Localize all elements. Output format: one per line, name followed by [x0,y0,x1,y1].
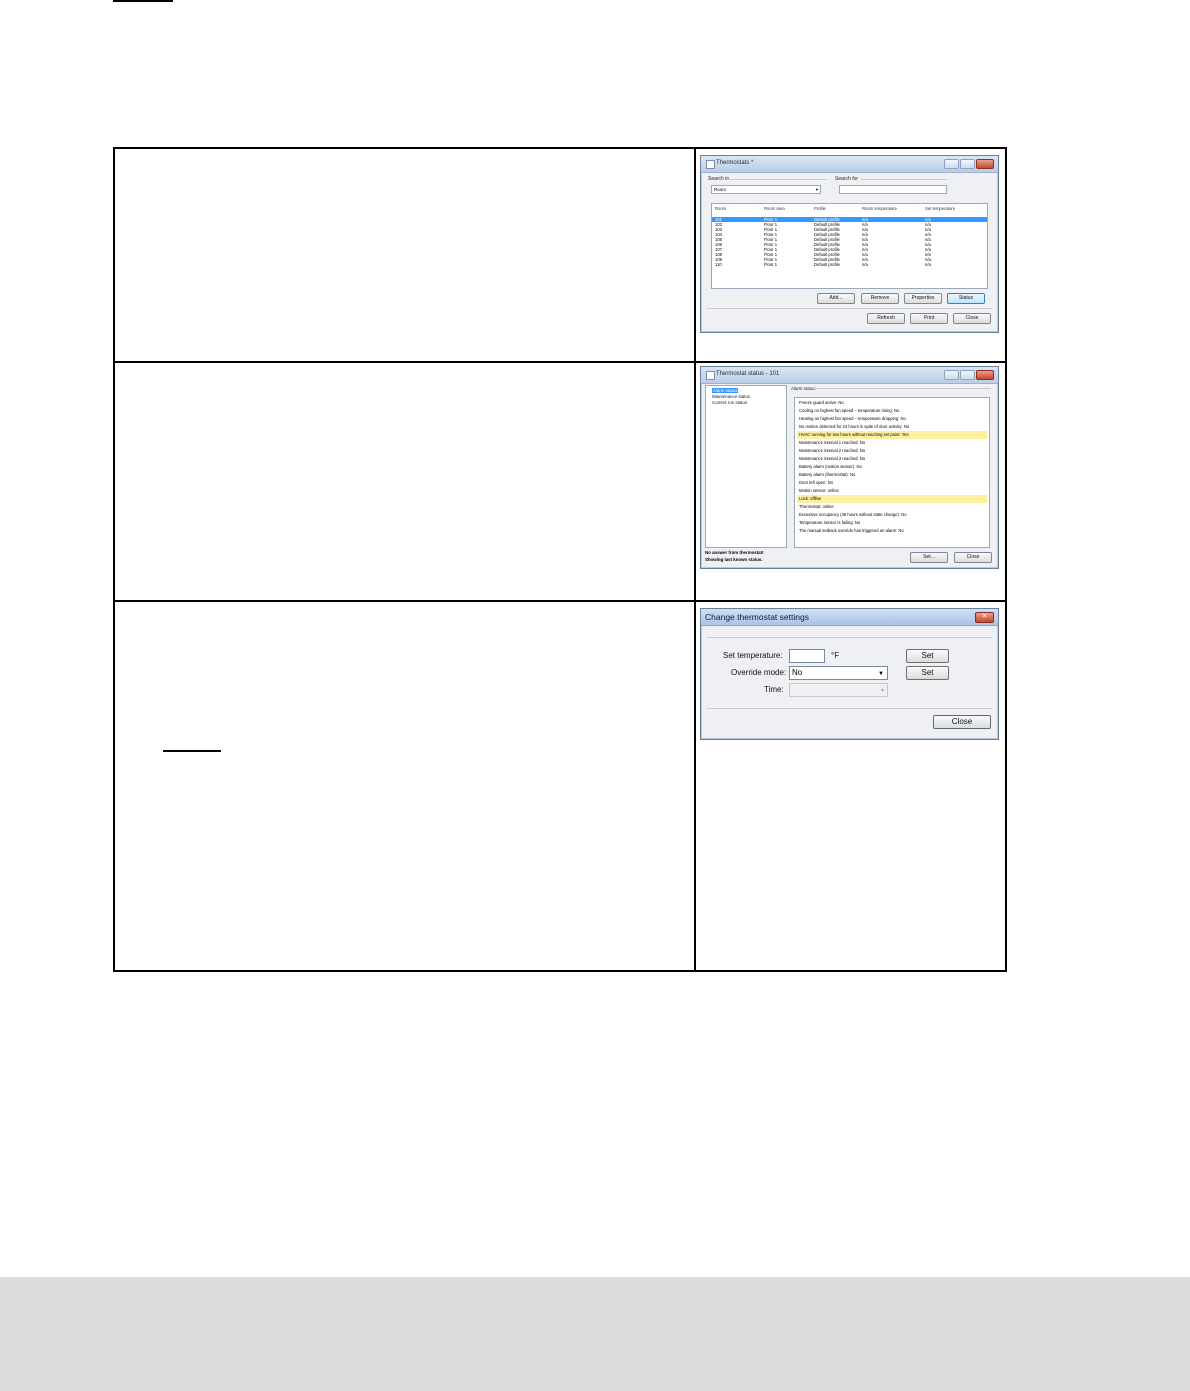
table-row[interactable]: 110 Floor 1 Default profile n/a n/a [712,262,987,267]
thermostats-title: Thermostats * [716,160,754,166]
refresh-button[interactable]: Refresh [867,313,905,324]
alarm-item-highlighted: HVAC running for two hours without reach… [797,431,987,439]
temperature-unit: °F [831,651,840,660]
window-icon [706,371,715,380]
cell: n/a [862,262,868,267]
tree-item-alarm-status[interactable]: Alarm status [712,388,739,393]
maximize-icon[interactable] [960,159,975,169]
set-temperature-label: Set temperature: [723,651,783,660]
column-header[interactable]: Room area [764,206,814,211]
thermostats-list[interactable]: Room Room area Profile Room temperature … [711,203,988,289]
search-for-label: Search for [835,176,859,182]
alarm-item-highlighted: Lock: offline [797,495,987,503]
set-temperature-input[interactable] [789,649,825,663]
alarm-item: Freeze guard active: No [799,400,844,405]
alarm-item: Temperature sensor is failing: No [799,520,861,525]
alarm-item: Heating on highest fan speed – temperatu… [799,416,906,421]
chevron-down-icon: ▾ [815,187,818,192]
tree-item-current-run-status[interactable]: Current run status [712,400,747,405]
add-button[interactable]: Add... [817,293,855,304]
alarm-item: Cooling on highest fan speed – temperatu… [799,408,900,413]
search-for-group-line [861,179,947,180]
alarm-item: Battery alarm (motion sensor): No [799,464,862,469]
separator [707,708,992,709]
text-underline [163,750,221,752]
row-divider-2 [115,600,1005,602]
thermostat-status-window: Thermostat status - 101 Alarm status Mai… [700,366,999,569]
chevron-down-icon: ▼ [878,671,884,677]
print-button[interactable]: Print [910,313,948,324]
alarm-item: Maintenance interval 3 reached: No [799,456,866,461]
settings-title: Change thermostat settings [705,612,809,622]
thermostats-window: Thermostats * Search in Room ▾ Search fo… [700,155,999,333]
search-in-label: Search in [708,176,730,182]
alarm-item: The manual setback override has triggere… [799,528,904,533]
set-override-button[interactable]: Set [906,666,949,680]
close-icon[interactable]: ✕ [975,612,994,623]
tree-item-maintenance-status[interactable]: Maintenance status [712,394,750,399]
cell: 110 [715,262,722,267]
heading-underline [113,0,173,2]
alarm-item: Maintenance interval 2 reached: No [799,448,866,453]
status-tree[interactable]: Alarm status Maintenance status Current … [705,385,787,548]
status-title: Thermostat status - 101 [716,371,780,377]
column-header[interactable]: Room [712,206,764,211]
status-button[interactable]: Status [947,293,985,304]
set-temperature-button[interactable]: Set [906,649,949,663]
maximize-icon[interactable] [960,370,975,380]
status-titlebar: Thermostat status - 101 [701,367,998,384]
cell: Floor 1 [764,262,778,267]
window-icon [706,160,715,169]
alarm-item: Battery alarm (thermostat): No [799,472,856,477]
close-icon[interactable] [976,159,994,169]
search-in-group-line [727,179,827,180]
search-for-input[interactable] [839,185,947,194]
search-in-select[interactable]: Room ▾ [711,185,821,194]
remove-button[interactable]: Remove [861,293,899,304]
time-select[interactable]: ▾ [789,683,888,697]
alarm-item: No motion detected for 24 hours in spite… [799,424,910,429]
alarm-item: Motion sensor: online [799,488,839,493]
column-header[interactable]: Profile [814,206,862,211]
group-line [813,388,991,389]
list-header: Room Room area Profile Room temperature … [712,206,987,211]
alarm-item: Thermostat: online [799,504,834,509]
no-answer-note: No answer from thermostat! [705,550,764,555]
time-label: Time: [764,685,784,694]
alarm-status-group-label: Alarm status [791,386,816,391]
chevron-down-icon: ▾ [880,688,884,694]
alarm-item: Excessive occupancy (48 hours without st… [799,512,907,517]
close-button[interactable]: Close [953,313,991,324]
column-header[interactable]: Set temperature [925,206,975,211]
last-known-note: Showing last known status. [705,557,763,562]
override-mode-select[interactable]: No ▼ [789,666,888,680]
minimize-icon[interactable] [944,370,959,380]
minimize-icon[interactable] [944,159,959,169]
thermostats-titlebar: Thermostats * [701,156,998,173]
separator [707,308,992,309]
properties-button[interactable]: Properties [904,293,942,304]
close-icon[interactable] [976,370,994,380]
cell: Default profile [814,262,840,267]
row-divider-1 [115,361,1005,363]
column-header[interactable]: Room temperature [862,206,925,211]
separator [707,637,992,638]
alarm-item: Door left open: No [799,480,833,485]
settings-titlebar: Change thermostat settings ✕ [701,609,998,626]
search-in-value: Room [714,187,727,192]
alarm-list[interactable]: Freeze guard active: No Cooling on highe… [794,397,990,548]
close-button[interactable]: Close [933,715,991,729]
change-settings-window: Change thermostat settings ✕ Set tempera… [700,608,999,740]
cell: n/a [925,262,931,267]
override-mode-label: Override mode: [731,668,787,677]
set-button[interactable]: Set... [910,552,948,563]
footer-band [0,1277,1190,1391]
alarm-item: Maintenance interval 1 reached: No [799,440,866,445]
override-mode-value: No [792,668,803,677]
column-divider [694,149,696,970]
close-button[interactable]: Close [954,552,992,563]
